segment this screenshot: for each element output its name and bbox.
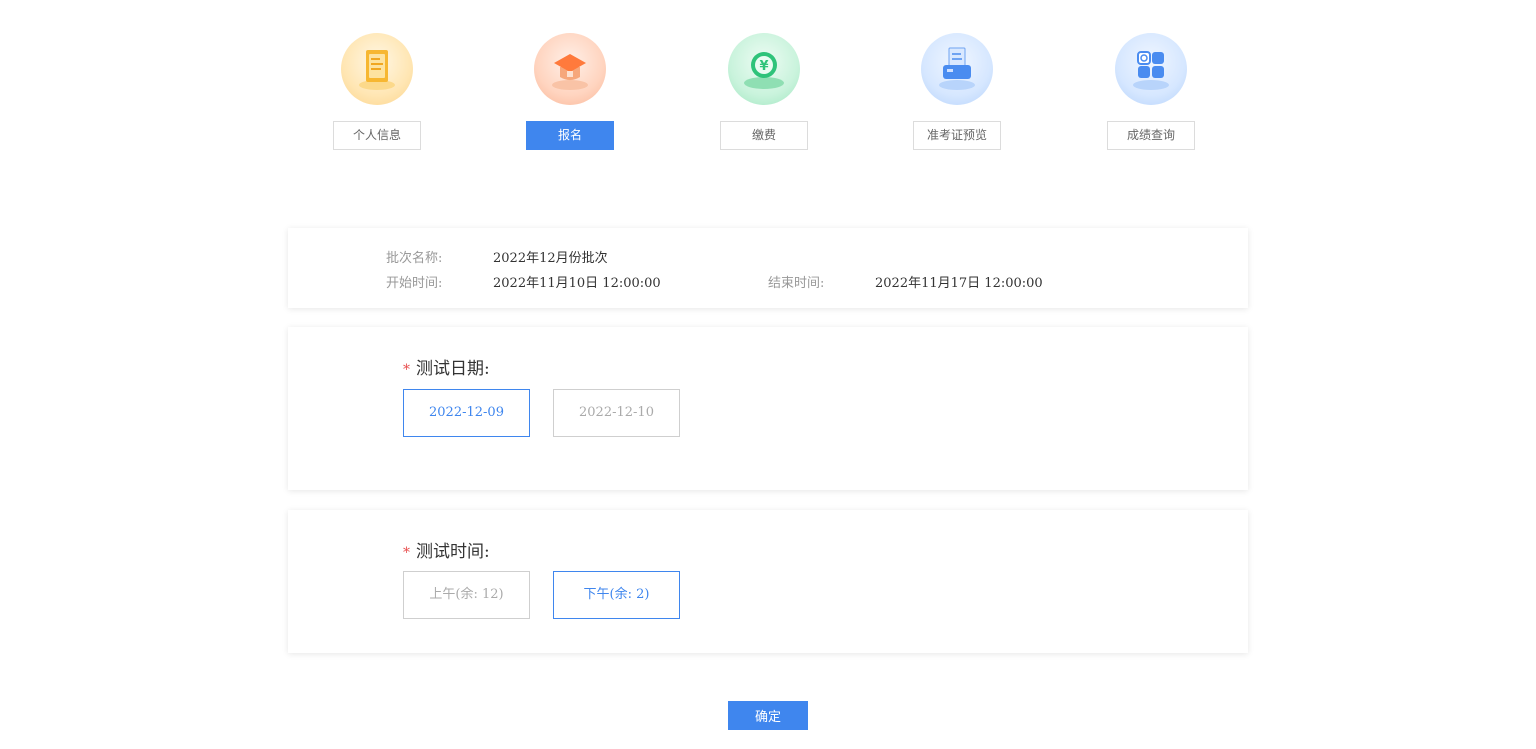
- test-date-title: * 测试日期:: [403, 354, 490, 379]
- batch-info-card: 批次名称: 2022年12月份批次 开始时间: 2022年11月10日 12:0…: [288, 228, 1248, 308]
- step-label: 个人信息: [333, 121, 421, 150]
- time-option-afternoon[interactable]: 下午(余: 2): [553, 571, 680, 619]
- required-mark: *: [403, 545, 410, 561]
- document-icon: [341, 33, 413, 105]
- start-time-label: 开始时间:: [386, 276, 443, 291]
- required-mark: *: [403, 362, 410, 378]
- time-option-morning[interactable]: 上午(余: 12): [403, 571, 530, 619]
- ticket-printer-icon: [921, 33, 993, 105]
- step-label: 缴费: [720, 121, 808, 150]
- registration-page: 个人信息 报名 ¥ 缴费 准考证预览 成绩查询 批次名称: 2022年12月份批…: [0, 0, 1536, 749]
- yuan-coin-icon: ¥: [728, 33, 800, 105]
- test-date-title-text: 测试日期:: [416, 359, 490, 379]
- batch-name-label: 批次名称:: [386, 251, 443, 266]
- end-time-label: 结束时间:: [768, 276, 825, 291]
- step-label: 成绩查询: [1107, 121, 1195, 150]
- batch-name-value: 2022年12月份批次: [493, 251, 608, 266]
- start-time-value: 2022年11月10日 12:00:00: [493, 276, 661, 291]
- step-label: 报名: [526, 121, 614, 150]
- test-time-title: * 测试时间:: [403, 537, 490, 562]
- confirm-button[interactable]: 确定: [728, 701, 808, 730]
- test-date-card: * 测试日期: 2022-12-09 2022-12-10: [288, 327, 1248, 490]
- svg-text:¥: ¥: [759, 59, 768, 74]
- graduation-cap-icon: [534, 33, 606, 105]
- step-label: 准考证预览: [913, 121, 1001, 150]
- date-option-2022-12-10[interactable]: 2022-12-10: [553, 389, 680, 437]
- test-time-card: * 测试时间: 上午(余: 12) 下午(余: 2): [288, 510, 1248, 653]
- test-time-title-text: 测试时间:: [416, 542, 490, 562]
- date-option-2022-12-09[interactable]: 2022-12-09: [403, 389, 530, 437]
- grid-search-icon: [1115, 33, 1187, 105]
- end-time-value: 2022年11月17日 12:00:00: [875, 276, 1043, 291]
